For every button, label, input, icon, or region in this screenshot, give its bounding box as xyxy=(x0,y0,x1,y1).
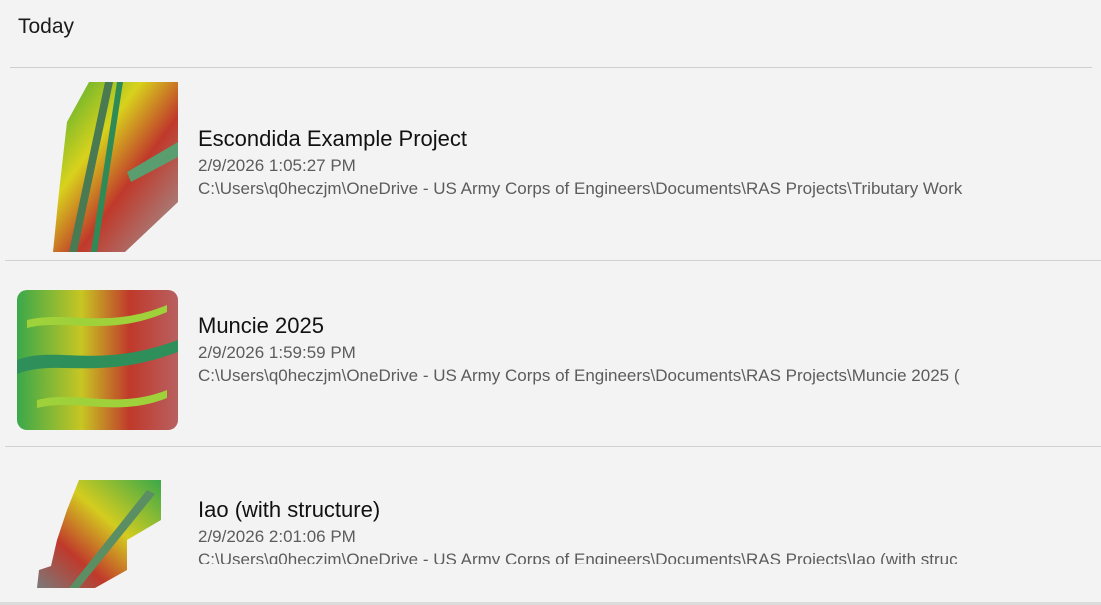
item-divider xyxy=(5,260,1101,261)
item-divider xyxy=(5,446,1101,447)
project-title: Iao (with structure) xyxy=(198,497,381,522)
project-item[interactable]: Muncie 2025 2/9/2026 1:59:59 PM C:\Users… xyxy=(0,260,1101,446)
project-timestamp: 2/9/2026 1:59:59 PM xyxy=(198,343,356,362)
project-info: Iao (with structure) 2/9/2026 2:01:06 PM… xyxy=(198,495,1101,564)
project-item[interactable]: Escondida Example Project 2/9/2026 1:05:… xyxy=(0,68,1101,254)
project-timestamp: 2/9/2026 2:01:06 PM xyxy=(198,527,356,546)
project-item[interactable]: Iao (with structure) 2/9/2026 2:01:06 PM… xyxy=(0,446,1101,596)
recent-projects-page: Today Escondida Example Project 2/9/2026… xyxy=(0,0,1101,605)
project-info: Muncie 2025 2/9/2026 1:59:59 PM C:\Users… xyxy=(198,311,1101,387)
project-title: Muncie 2025 xyxy=(198,313,324,338)
project-thumbnail xyxy=(17,480,178,588)
project-timestamp: 2/9/2026 1:05:27 PM xyxy=(198,156,356,175)
project-path: C:\Users\q0heczjm\OneDrive - US Army Cor… xyxy=(198,366,960,385)
project-path: C:\Users\q0heczjm\OneDrive - US Army Cor… xyxy=(198,550,958,564)
group-header-today: Today xyxy=(18,15,75,38)
project-title: Escondida Example Project xyxy=(198,126,468,151)
recent-projects-list[interactable]: Escondida Example Project 2/9/2026 1:05:… xyxy=(0,68,1101,598)
project-path: C:\Users\q0heczjm\OneDrive - US Army Cor… xyxy=(198,179,963,198)
project-info: Escondida Example Project 2/9/2026 1:05:… xyxy=(198,124,1101,200)
project-thumbnail xyxy=(17,82,178,252)
project-thumbnail xyxy=(17,290,178,430)
